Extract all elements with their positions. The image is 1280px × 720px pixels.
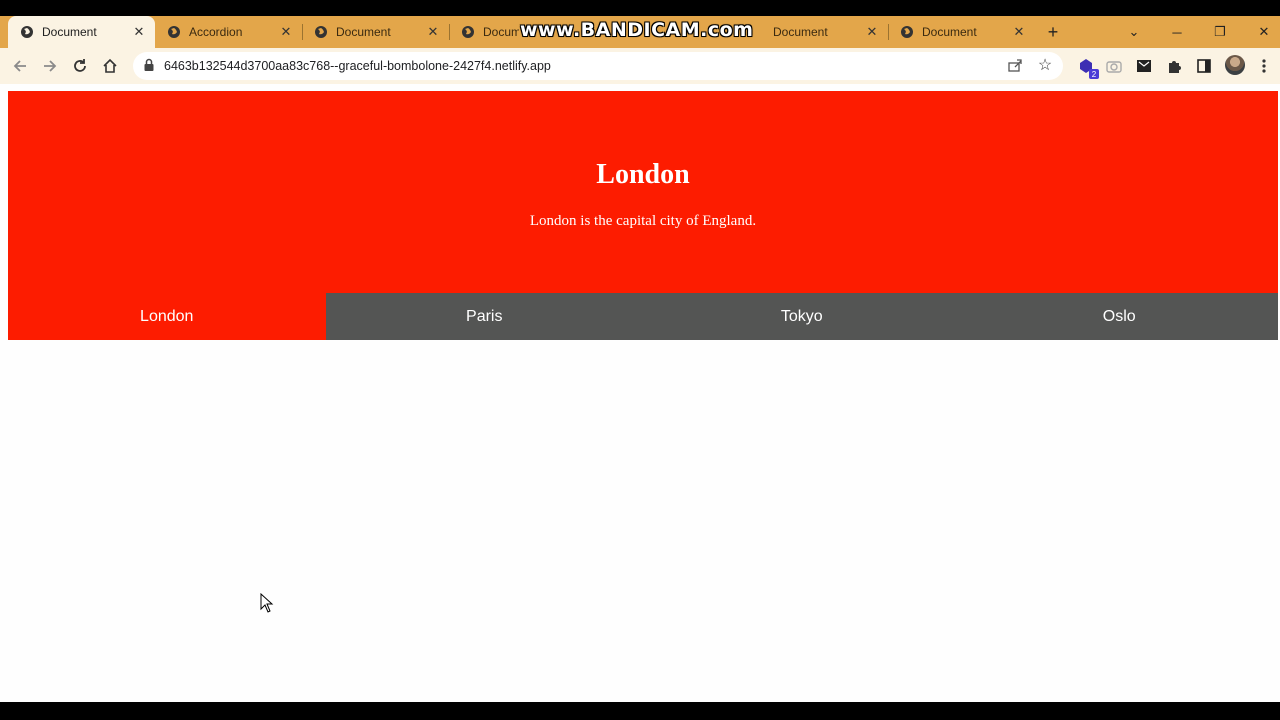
browser-tab-title: Document (42, 25, 97, 39)
city-title: London (596, 159, 690, 190)
url-text: 6463b132544d3700aa83c768--graceful-bombo… (164, 59, 551, 73)
address-bar[interactable]: 6463b132544d3700aa83c768--graceful-bombo… (133, 52, 1063, 80)
globe-icon (167, 25, 181, 39)
tab-london[interactable]: London (8, 293, 326, 340)
camera-icon[interactable] (1104, 56, 1124, 76)
puzzle-extensions-icon[interactable] (1164, 56, 1184, 76)
globe-icon (900, 25, 914, 39)
screen-border-bottom (0, 702, 1280, 720)
browser-tab-title: Document (336, 25, 391, 39)
city-description: London is the capital city of England. (529, 213, 757, 229)
extension-icon[interactable]: 2 (1076, 56, 1099, 79)
browser-tab-title: Document (483, 25, 519, 39)
browser-tab-2[interactable]: Accordion ✕ (155, 16, 302, 48)
new-tab-button[interactable]: + (1043, 22, 1063, 42)
browser-tab-3[interactable]: Document ✕ (302, 16, 449, 48)
recording-watermark: www.BANDICAM.com (520, 19, 754, 41)
bookmark-star-icon[interactable]: ☆ (1035, 55, 1055, 75)
kebab-menu-icon[interactable] (1254, 56, 1274, 76)
browser-tab-4[interactable]: Document (449, 16, 519, 48)
globe-icon (20, 25, 34, 39)
close-tab-icon[interactable]: ✕ (131, 24, 147, 40)
close-window-icon[interactable]: ✕ (1249, 16, 1279, 48)
close-tab-icon[interactable]: ✕ (864, 24, 880, 40)
close-tab-icon[interactable]: ✕ (425, 24, 441, 40)
screen-border-top (0, 0, 1280, 16)
restore-icon[interactable]: ❐ (1205, 16, 1235, 48)
browser-tab-5[interactable]: Document ✕ (741, 16, 888, 48)
extension-badge: 2 (1089, 69, 1099, 79)
city-panel: London London is the capital city of Eng… (8, 91, 1278, 293)
tab-paris[interactable]: Paris (326, 293, 644, 340)
globe-icon (461, 25, 475, 39)
mouse-pointer-icon (260, 592, 274, 613)
profile-avatar[interactable] (1225, 55, 1245, 75)
minimize-icon[interactable]: ─ (1162, 16, 1192, 48)
forward-arrow-icon[interactable] (38, 54, 62, 78)
page-viewport: London London is the capital city of Eng… (0, 84, 1280, 702)
side-panel-icon[interactable] (1194, 56, 1214, 76)
browser-tab-title: Document (922, 25, 977, 39)
share-icon[interactable] (1007, 57, 1025, 75)
browser-tab-6[interactable]: Document ✕ (888, 16, 1035, 48)
browser-tab-title: Document (773, 25, 828, 39)
lock-icon (143, 58, 157, 74)
close-tab-icon[interactable]: ✕ (278, 24, 294, 40)
home-icon[interactable] (98, 54, 122, 78)
tab-oslo[interactable]: Oslo (961, 293, 1279, 340)
city-tab-bar: London Paris Tokyo Oslo (8, 293, 1278, 340)
reload-icon[interactable] (68, 54, 92, 78)
browser-tab-1[interactable]: Document ✕ (8, 16, 155, 48)
globe-icon (314, 25, 328, 39)
tab-search-chevron-icon[interactable]: ⌄ (1119, 16, 1149, 48)
tab-tokyo[interactable]: Tokyo (643, 293, 961, 340)
media-icon[interactable] (1134, 56, 1154, 76)
browser-toolbar: 6463b132544d3700aa83c768--graceful-bombo… (0, 48, 1280, 84)
back-arrow-icon[interactable] (8, 54, 32, 78)
close-tab-icon[interactable]: ✕ (1011, 24, 1027, 40)
browser-tab-title: Accordion (189, 25, 243, 39)
